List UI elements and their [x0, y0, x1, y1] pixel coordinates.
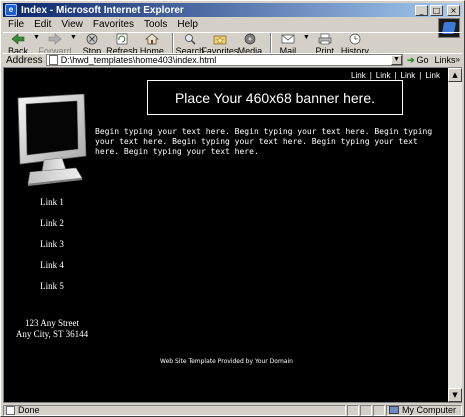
address-url: D:\hwd_templates\home403\index.html [60, 55, 217, 65]
footer-credit: Web Site Template Provided by Your Domai… [160, 358, 293, 365]
top-link-separator: | [419, 71, 422, 80]
status-text-panel: Done [3, 404, 346, 416]
close-button[interactable]: × [447, 4, 460, 16]
menu-favorites[interactable]: Favorites [88, 19, 139, 30]
address-bar: Address D:\hwd_templates\home403\index.h… [3, 53, 462, 66]
body-text: Begin typing your text here. Begin typin… [95, 127, 433, 156]
toolbar-divider [269, 33, 272, 53]
back-arrow-icon [11, 33, 25, 45]
links-chevron-icon[interactable]: » [456, 55, 460, 65]
computer-monitor-image [17, 94, 87, 186]
side-link-5[interactable]: Link 5 [4, 276, 100, 297]
menu-help[interactable]: Help [172, 19, 203, 30]
top-nav: Link | Link | Link | Link [351, 71, 440, 80]
go-arrow-icon: ➔ [406, 54, 415, 65]
go-button[interactable]: ➔ Go [407, 55, 429, 66]
top-link[interactable]: Link [401, 71, 416, 80]
zone-text: My Computer [402, 405, 457, 415]
menu-view[interactable]: View [56, 19, 88, 30]
history-icon [349, 33, 361, 45]
banner-placeholder: Place Your 460x68 banner here. [147, 80, 403, 115]
page-done-icon [6, 405, 15, 415]
side-link-1[interactable]: Link 1 [4, 192, 100, 213]
status-cell [360, 404, 372, 416]
browser-window: e Index - Microsoft Internet Explorer _ … [0, 0, 465, 417]
forward-dropdown-icon[interactable]: ▼ [70, 33, 77, 43]
home-icon [144, 33, 159, 45]
status-cell [347, 404, 359, 416]
menu-tools[interactable]: Tools [139, 19, 172, 30]
address-label: Address [6, 54, 43, 66]
side-link-4[interactable]: Link 4 [4, 255, 100, 276]
status-text: Done [18, 405, 40, 415]
title-bar[interactable]: e Index - Microsoft Internet Explorer _ … [3, 3, 462, 17]
top-link[interactable]: Link [351, 71, 366, 80]
favorites-folder-icon [213, 35, 227, 45]
page-icon [48, 55, 58, 65]
top-link[interactable]: Link [376, 71, 391, 80]
street-address: 123 Any Street Any City, ST 36144 [4, 318, 100, 340]
address-line-1: 123 Any Street [25, 318, 79, 328]
top-link-separator: | [394, 71, 397, 80]
minimize-button[interactable]: _ [415, 4, 428, 16]
back-dropdown-icon[interactable]: ▼ [33, 33, 40, 43]
mail-dropdown-icon[interactable]: ▼ [303, 33, 310, 43]
my-computer-icon [389, 406, 399, 414]
page-viewport: Link | Link | Link | Link Place Your 460x68 ba… [3, 67, 462, 403]
status-cell [373, 404, 385, 416]
menu-file[interactable]: File [3, 19, 29, 30]
printer-icon [318, 33, 332, 45]
vertical-scrollbar[interactable]: ▲ ▼ [448, 68, 462, 402]
menu-bar: File Edit View Favorites Tools Help [3, 18, 462, 38]
window-title: Index - Microsoft Internet Explorer [21, 4, 184, 16]
maximize-button[interactable]: □ [430, 4, 443, 16]
address-input[interactable]: D:\hwd_templates\home403\index.html ▼ [45, 54, 403, 66]
links-button[interactable]: Links [435, 55, 456, 65]
mail-icon [281, 34, 295, 44]
scroll-up-icon[interactable]: ▲ [448, 68, 462, 82]
toolbar-divider [171, 33, 174, 53]
refresh-icon [116, 33, 128, 45]
address-line-2: Any City, ST 36144 [15, 329, 89, 339]
top-link[interactable]: Link [425, 71, 440, 80]
standard-toolbar: Back ▼ Forward ▼ Stop Refresh Home Searc… [3, 32, 462, 56]
security-zone: My Computer [386, 404, 462, 416]
status-bar: Done My Computer [3, 404, 462, 416]
side-link-2[interactable]: Link 2 [4, 213, 100, 234]
scroll-down-icon[interactable]: ▼ [448, 388, 462, 402]
address-dropdown-icon[interactable]: ▼ [390, 55, 402, 65]
ie-page-icon: e [5, 4, 17, 16]
menu-edit[interactable]: Edit [29, 19, 56, 30]
top-link-separator: | [369, 71, 372, 80]
side-link-3[interactable]: Link 3 [4, 234, 100, 255]
search-icon [184, 34, 196, 45]
forward-arrow-icon [48, 33, 62, 45]
stop-icon [86, 33, 98, 45]
media-icon [244, 33, 256, 45]
side-nav: Link 1 Link 2 Link 3 Link 4 Link 5 [4, 192, 100, 297]
go-label: Go [416, 55, 429, 65]
